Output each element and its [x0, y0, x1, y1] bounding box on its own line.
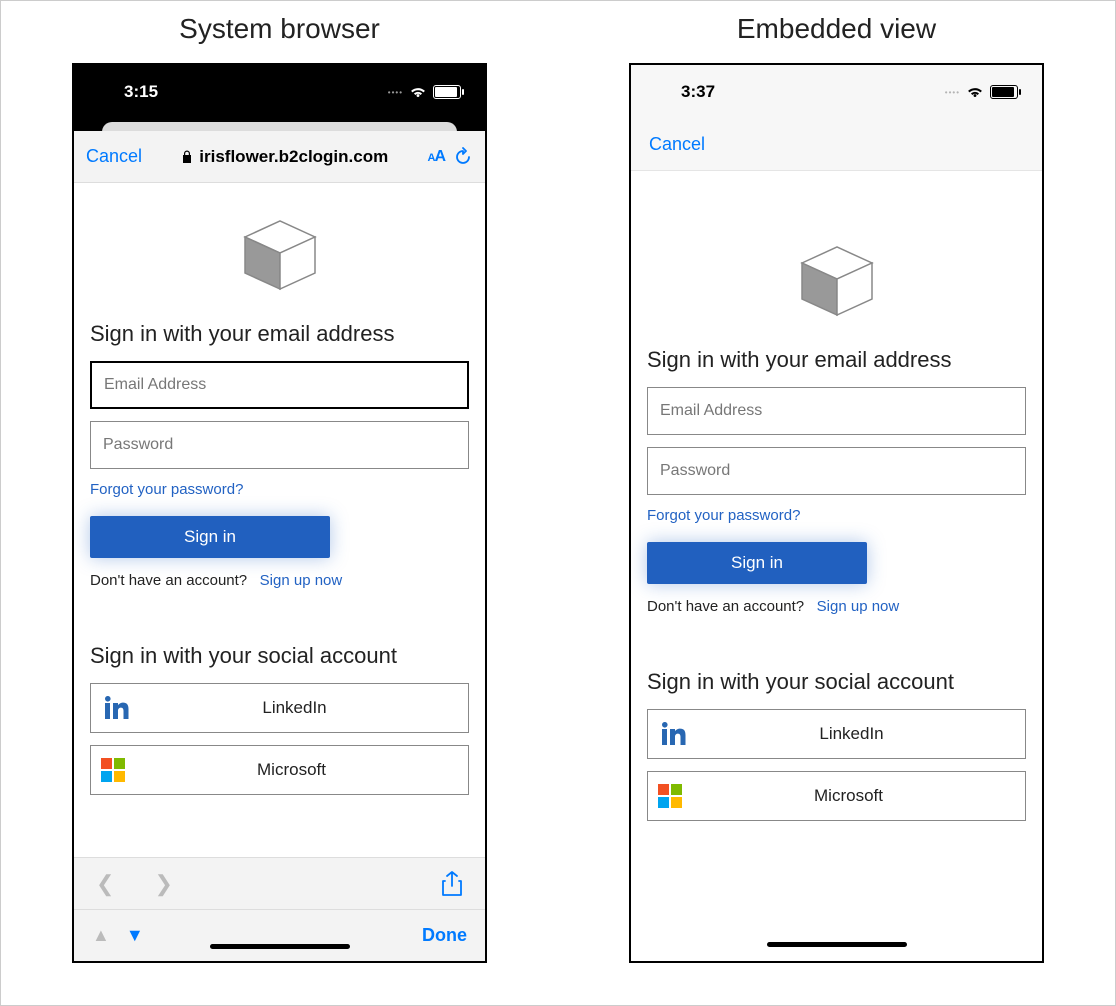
url-display[interactable]: irisflower.b2clogin.com — [150, 147, 419, 167]
email-field[interactable] — [647, 387, 1026, 435]
signin-content: Sign in with your email address Forgot y… — [74, 183, 485, 857]
phone-frame-right: 3:37 •••• Cancel — [629, 63, 1044, 963]
signup-prompt: Don't have an account? Sign up now — [90, 572, 469, 589]
wifi-icon — [409, 85, 427, 99]
password-field[interactable] — [647, 447, 1026, 495]
signin-button[interactable]: Sign in — [90, 516, 330, 558]
signin-button[interactable]: Sign in — [647, 542, 867, 584]
reload-icon[interactable] — [453, 147, 473, 167]
embedded-nav-bar: Cancel — [631, 119, 1042, 171]
signin-content: Sign in with your email address Forgot y… — [631, 171, 1042, 931]
social-heading: Sign in with your social account — [647, 669, 1026, 695]
forgot-password-link[interactable]: Forgot your password? — [647, 507, 800, 524]
forward-icon[interactable]: ❯ — [154, 871, 172, 897]
microsoft-signin-button[interactable]: Microsoft — [90, 745, 469, 795]
social-heading: Sign in with your social account — [90, 643, 469, 669]
wifi-icon — [966, 85, 984, 99]
forgot-password-link[interactable]: Forgot your password? — [90, 481, 243, 498]
status-time: 3:37 — [681, 82, 715, 102]
status-bar: 3:37 •••• — [631, 65, 1042, 119]
microsoft-icon — [101, 758, 125, 782]
column-title-embedded-view: Embedded view — [737, 13, 936, 45]
linkedin-label: LinkedIn — [131, 698, 458, 718]
microsoft-label: Microsoft — [682, 786, 1015, 806]
cellular-dots-icon: •••• — [388, 88, 403, 97]
email-field[interactable] — [90, 361, 469, 409]
signup-link[interactable]: Sign up now — [817, 598, 900, 615]
microsoft-signin-button[interactable]: Microsoft — [647, 771, 1026, 821]
linkedin-label: LinkedIn — [688, 724, 1015, 744]
lock-icon — [181, 150, 193, 164]
reader-aa-button[interactable]: AA — [427, 148, 445, 166]
find-next-icon[interactable]: ▼ — [126, 925, 144, 946]
battery-icon — [990, 85, 1018, 99]
column-title-system-browser: System browser — [179, 13, 380, 45]
safari-toolbar: ❮ ❯ — [74, 857, 485, 909]
signin-heading: Sign in with your email address — [647, 347, 1026, 373]
signup-prompt: Don't have an account? Sign up now — [647, 598, 1026, 615]
password-field[interactable] — [90, 421, 469, 469]
back-icon[interactable]: ❮ — [96, 871, 114, 897]
signup-link[interactable]: Sign up now — [260, 572, 343, 589]
app-logo-cube-icon — [792, 241, 882, 321]
done-button[interactable]: Done — [422, 925, 467, 946]
signin-heading: Sign in with your email address — [90, 321, 469, 347]
find-prev-icon[interactable]: ▲ — [92, 925, 110, 946]
cancel-button[interactable]: Cancel — [649, 134, 705, 155]
linkedin-signin-button[interactable]: LinkedIn — [647, 709, 1026, 759]
url-text: irisflower.b2clogin.com — [199, 147, 388, 167]
battery-icon — [433, 85, 461, 99]
phone-frame-left: 3:15 •••• Cancel irisflower.b2clogin.com… — [72, 63, 487, 963]
app-logo-cube-icon — [235, 215, 325, 295]
linkedin-signin-button[interactable]: LinkedIn — [90, 683, 469, 733]
status-time: 3:15 — [124, 82, 158, 102]
cellular-dots-icon: •••• — [945, 88, 960, 97]
home-indicator — [631, 935, 1042, 953]
browser-tab-stub — [74, 119, 485, 131]
safari-find-toolbar: ▲ ▼ Done — [74, 909, 485, 961]
cancel-button[interactable]: Cancel — [86, 146, 142, 167]
status-bar: 3:15 •••• — [74, 65, 485, 119]
microsoft-label: Microsoft — [125, 760, 458, 780]
share-icon[interactable] — [441, 871, 463, 897]
linkedin-icon — [658, 719, 688, 749]
safari-address-bar: Cancel irisflower.b2clogin.com AA — [74, 131, 485, 183]
linkedin-icon — [101, 693, 131, 723]
microsoft-icon — [658, 784, 682, 808]
